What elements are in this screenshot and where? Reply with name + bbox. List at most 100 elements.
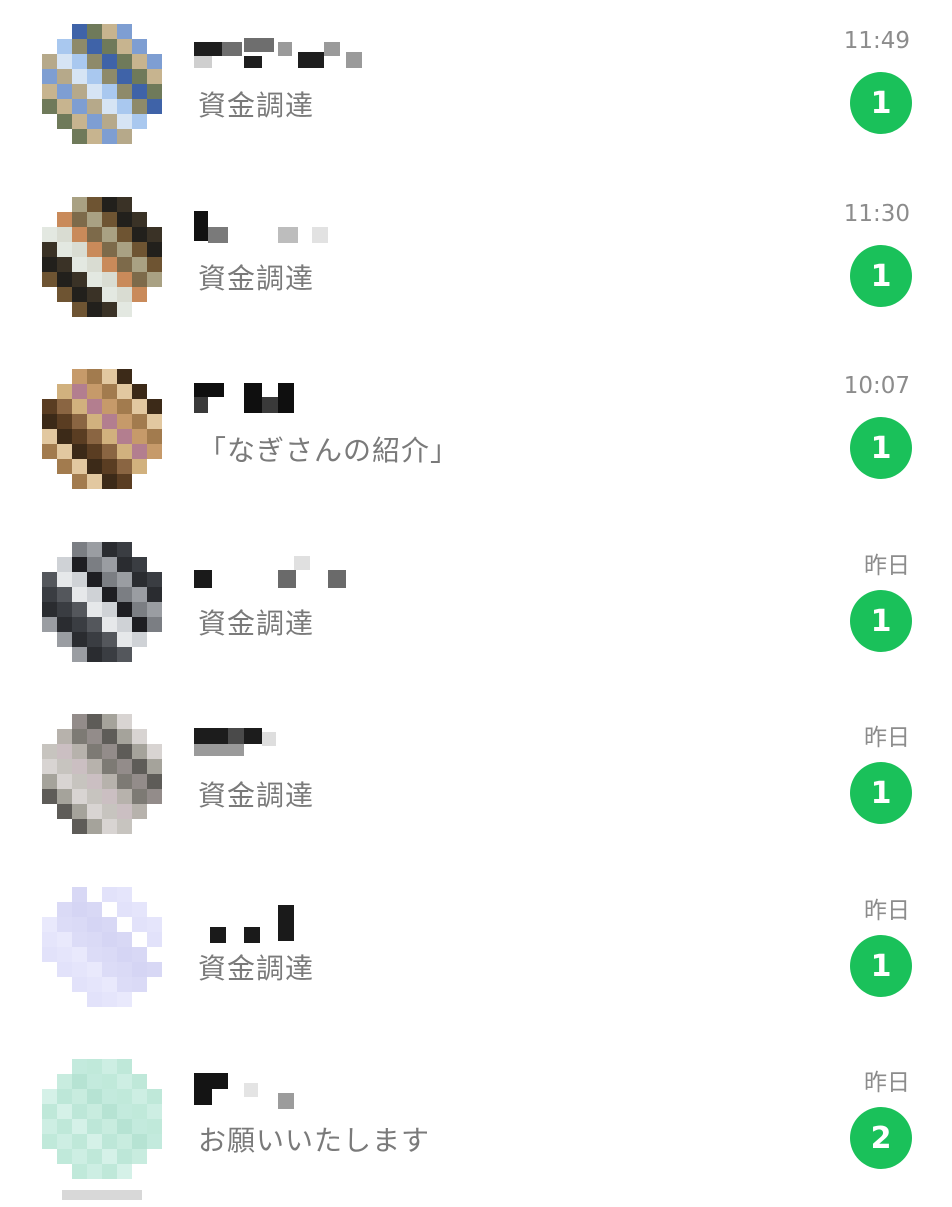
avatar[interactable] — [42, 369, 162, 489]
avatar-pixel — [147, 759, 162, 774]
avatar-pixel — [117, 429, 132, 444]
avatar-pixel — [132, 962, 147, 977]
avatar-pixel — [102, 932, 117, 947]
avatar-pixel — [147, 1104, 162, 1119]
avatar-pixel — [132, 804, 147, 819]
avatar-pixel — [102, 617, 117, 632]
avatar-pixel — [87, 977, 102, 992]
avatar-pixel — [102, 212, 117, 227]
avatar-pixel — [72, 572, 87, 587]
avatar-pixel — [117, 759, 132, 774]
avatar[interactable] — [42, 714, 162, 834]
avatar-pixel — [102, 887, 117, 902]
contact-name-obscured — [194, 1073, 374, 1113]
avatar-pixel — [57, 1089, 72, 1104]
avatar[interactable] — [42, 542, 162, 662]
avatar-pixel — [57, 114, 72, 129]
avatar-pixel — [117, 1104, 132, 1119]
avatar-pixel — [132, 429, 147, 444]
avatar-pixel — [57, 39, 72, 54]
avatar-pixel — [147, 602, 162, 617]
avatar-pixel — [132, 257, 147, 272]
timestamp: 昨日 — [864, 898, 910, 924]
unread-count-badge: 2 — [850, 1107, 912, 1169]
avatar-pixel — [102, 587, 117, 602]
avatar-pixel — [147, 84, 162, 99]
avatar-pixel — [57, 587, 72, 602]
avatar-pixel — [87, 287, 102, 302]
chat-row[interactable]: 資金調達 昨日 1 — [0, 690, 952, 862]
avatar-pixel — [132, 227, 147, 242]
avatar-pixel — [102, 789, 117, 804]
message-preview: 資金調達 — [198, 89, 315, 122]
chat-row[interactable]: 資金調達 11:49 1 — [0, 0, 952, 172]
avatar-pixel — [132, 1074, 147, 1089]
avatar-pixel — [87, 69, 102, 84]
avatar-pixel — [132, 84, 147, 99]
avatar[interactable] — [42, 24, 162, 144]
avatar-pixel — [42, 429, 57, 444]
avatar-pixel — [72, 602, 87, 617]
name-mosaic-block — [324, 42, 340, 56]
avatar-pixel — [57, 1104, 72, 1119]
avatar-pixel — [147, 1134, 162, 1149]
avatar-pixel — [132, 399, 147, 414]
avatar-pixel — [132, 759, 147, 774]
unread-count-badge: 1 — [850, 72, 912, 134]
avatar-pixel — [132, 242, 147, 257]
avatar-pixel — [102, 977, 117, 992]
chat-row[interactable]: 資金調達 昨日 1 — [0, 863, 952, 1035]
avatar-pixel — [117, 84, 132, 99]
chat-row[interactable]: お願いいたします 昨日 2 — [0, 1035, 952, 1207]
avatar-pixel — [72, 197, 87, 212]
avatar-pixel — [147, 257, 162, 272]
avatar-pixel — [102, 114, 117, 129]
avatar-pixel — [117, 257, 132, 272]
avatar-pixel — [117, 542, 132, 557]
chat-row[interactable]: 「なぎさんの紹介」 10:07 1 — [0, 345, 952, 517]
avatar-pixel — [102, 744, 117, 759]
avatar-pixel — [57, 804, 72, 819]
avatar-pixel — [147, 947, 162, 962]
name-mosaic-block — [194, 42, 222, 56]
avatar-pixel — [42, 1119, 57, 1134]
avatar-pixel — [87, 99, 102, 114]
avatar-pixel — [42, 227, 57, 242]
avatar-pixel — [102, 414, 117, 429]
avatar-pixel — [117, 227, 132, 242]
message-preview: 資金調達 — [198, 607, 315, 640]
avatar-pixel — [117, 774, 132, 789]
avatar-pixel — [102, 129, 117, 144]
avatar-pixel — [132, 932, 147, 947]
avatar-pixel — [102, 572, 117, 587]
avatar-pixel — [87, 917, 102, 932]
chat-row[interactable]: 資金調達 11:30 1 — [0, 173, 952, 345]
avatar-pixel — [57, 789, 72, 804]
avatar-pixel — [87, 1059, 102, 1074]
avatar-pixel — [87, 1074, 102, 1089]
avatar-pixel — [132, 444, 147, 459]
avatar-pixel — [87, 1104, 102, 1119]
avatar-pixel — [132, 414, 147, 429]
avatar-pixel — [42, 399, 57, 414]
avatar[interactable] — [42, 1059, 162, 1179]
avatar-pixel — [57, 572, 72, 587]
contact-name-obscured — [194, 556, 374, 596]
avatar-pixel — [132, 39, 147, 54]
avatar-pixel — [117, 804, 132, 819]
next-chat-avatar-peek[interactable] — [62, 1190, 142, 1200]
avatar-pixel — [72, 1134, 87, 1149]
avatar-pixel — [87, 759, 102, 774]
avatar-pixel — [147, 962, 162, 977]
avatar-pixel — [102, 1074, 117, 1089]
avatar-pixel — [102, 1149, 117, 1164]
avatar-pixel — [72, 257, 87, 272]
avatar-pixel — [72, 474, 87, 489]
chat-row[interactable]: 資金調達 昨日 1 — [0, 518, 952, 690]
avatar-pixel — [42, 962, 57, 977]
avatar[interactable] — [42, 887, 162, 1007]
avatar-pixel — [72, 647, 87, 662]
avatar-pixel — [87, 384, 102, 399]
avatar-pixel — [117, 1164, 132, 1179]
avatar[interactable] — [42, 197, 162, 317]
